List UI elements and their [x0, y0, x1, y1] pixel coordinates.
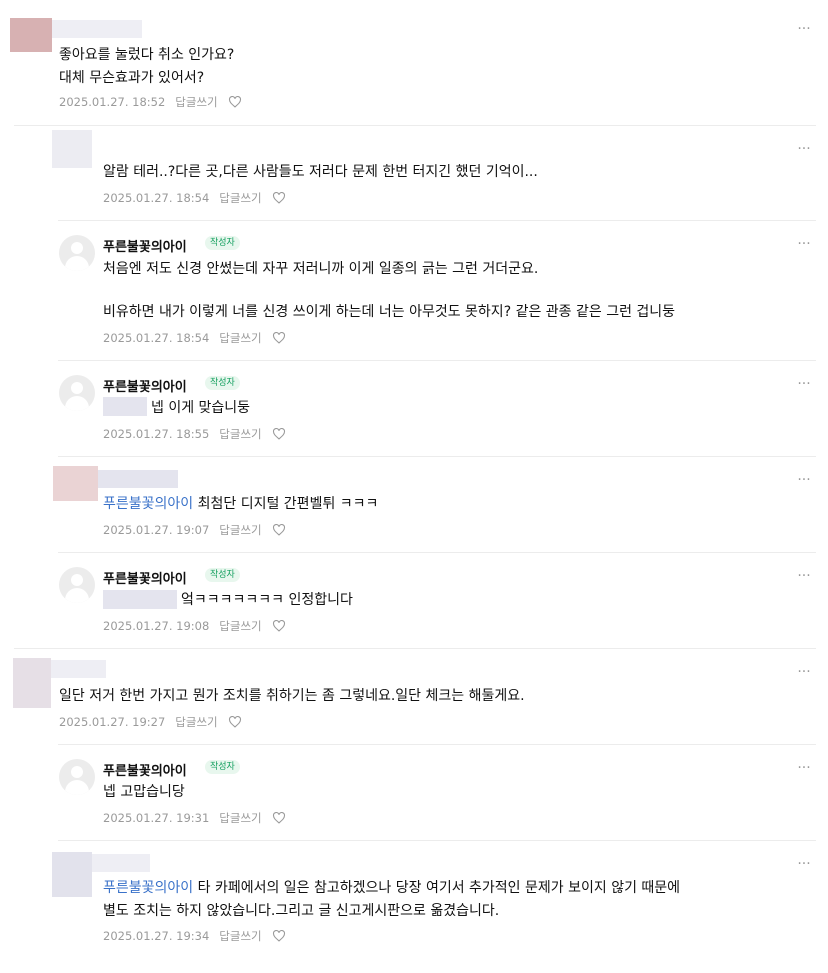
blurred-avatar — [53, 466, 98, 501]
comment-item: ··· 일단 저거 한번 가지고 뭔가 조치를 취하기는 좀 그렇네요.일단 체… — [0, 648, 828, 744]
mention-link[interactable]: 푸른불꽃의아이 — [103, 496, 193, 512]
more-options-icon[interactable]: ··· — [796, 142, 812, 156]
comment-meta: 2025.01.27. 18:52 답글쓰기 — [59, 94, 242, 110]
comment-text: 일단 저거 한번 가지고 뭔가 조치를 취하기는 좀 그렇네요.일단 체크는 해… — [59, 688, 525, 704]
heart-outline-icon[interactable] — [228, 716, 242, 728]
comment-text: 푸른불꽃의아이 타 카페에서의 일은 참고하겠으나 당장 여기서 추가적인 문제… — [103, 877, 680, 900]
comment-body: 타 카페에서의 일은 참고하겠으나 당장 여기서 추가적인 문제가 보이지 않기… — [197, 880, 681, 896]
more-options-icon[interactable]: ··· — [796, 377, 812, 391]
comment-text: 알람 테러..?다른 곳,다른 사람들도 저러다 문제 한번 터지긴 했던 기억… — [103, 164, 538, 180]
reply-item: 푸른불꽃의아이 작성자 ··· 넵 고맙습니당 2025.01.27. 19:3… — [0, 744, 828, 840]
default-avatar-icon[interactable] — [59, 567, 95, 603]
comment-text: 대체 무슨효과가 있어서? — [59, 70, 205, 86]
heart-outline-icon[interactable] — [272, 192, 286, 204]
comment-date: 2025.01.27. 18:52 — [59, 95, 166, 109]
blurred-mention — [103, 590, 177, 609]
reply-button[interactable]: 답글쓰기 — [219, 619, 261, 633]
comment-body: 최첨단 디지털 간편벨튀 ㅋㅋㅋ — [197, 496, 379, 512]
comment-date: 2025.01.27. 19:34 — [103, 929, 210, 943]
reply-item: ··· 푸른불꽃의아이 최첨단 디지털 간편벨튀 ㅋㅋㅋ 2025.01.27.… — [0, 456, 828, 552]
comment-text: 비유하면 내가 이렇게 너를 신경 쓰이게 하는데 너는 아무것도 못하지? 같… — [103, 304, 676, 320]
author-badge: 작성자 — [205, 760, 240, 774]
heart-outline-icon[interactable] — [272, 428, 286, 440]
default-avatar-icon[interactable] — [59, 235, 95, 271]
more-options-icon[interactable]: ··· — [796, 473, 812, 487]
blurred-avatar — [13, 658, 51, 708]
author-badge: 작성자 — [205, 376, 240, 390]
more-options-icon[interactable]: ··· — [796, 237, 812, 251]
comment-meta: 2025.01.27. 18:54 답글쓰기 — [103, 190, 286, 206]
more-options-icon[interactable]: ··· — [796, 857, 812, 871]
comment-text: 푸른불꽃의아이 최첨단 디지털 간편벨튀 ㅋㅋㅋ — [103, 493, 378, 516]
reply-button[interactable]: 답글쓰기 — [219, 427, 261, 441]
heart-outline-icon[interactable] — [272, 524, 286, 536]
reply-button[interactable]: 답글쓰기 — [219, 811, 261, 825]
reply-button[interactable]: 답글쓰기 — [219, 191, 261, 205]
comment-date: 2025.01.27. 18:54 — [103, 191, 210, 205]
comment-text: 좋아요를 눌렀다 취소 인가요? — [59, 47, 235, 63]
more-options-icon[interactable]: ··· — [796, 761, 812, 775]
comment-text: 엌ㅋㅋㅋㅋㅋㅋㅋ 인정합니다 — [181, 592, 353, 608]
more-options-icon[interactable]: ··· — [796, 665, 812, 679]
blurred-nickname — [51, 660, 106, 678]
comment-meta: 2025.01.27. 19:34 답글쓰기 — [103, 928, 286, 944]
blurred-mention — [103, 397, 147, 416]
blurred-nickname — [92, 854, 150, 872]
reply-item: 푸른불꽃의아이 작성자 ··· 처음엔 저도 신경 안썼는데 자꾸 저러니까 이… — [0, 220, 828, 360]
nickname[interactable]: 푸른불꽃의아이 — [103, 236, 187, 255]
blurred-nickname — [98, 470, 178, 488]
author-badge: 작성자 — [205, 568, 240, 582]
heart-outline-icon[interactable] — [272, 930, 286, 942]
comment-text: 넵 이게 맞습니둥 — [151, 400, 251, 416]
heart-outline-icon[interactable] — [272, 332, 286, 344]
more-options-icon[interactable]: ··· — [796, 569, 812, 583]
comment-date: 2025.01.27. 19:07 — [103, 523, 210, 537]
blurred-avatar — [52, 852, 92, 897]
comment-date: 2025.01.27. 19:27 — [59, 715, 166, 729]
reply-item: 푸른불꽃의아이 작성자 ··· 엌ㅋㅋㅋㅋㅋㅋㅋ 인정합니다 2025.01.2… — [0, 552, 828, 648]
nickname[interactable]: 푸른불꽃의아이 — [103, 760, 187, 779]
reply-button[interactable]: 답글쓰기 — [175, 715, 217, 729]
comment-text: 별도 조치는 하지 않았습니다.그리고 글 신고게시판으로 옮겼습니다. — [103, 903, 500, 919]
default-avatar-icon[interactable] — [59, 375, 95, 411]
more-options-icon[interactable]: ··· — [796, 22, 812, 36]
comment-date: 2025.01.27. 19:08 — [103, 619, 210, 633]
reply-button[interactable]: 답글쓰기 — [219, 929, 261, 943]
author-badge: 작성자 — [205, 236, 240, 250]
reply-button[interactable]: 답글쓰기 — [219, 331, 261, 345]
comment-meta: 2025.01.27. 18:55 답글쓰기 — [103, 426, 286, 442]
comment-item: ··· 좋아요를 눌렀다 취소 인가요? 대체 무슨효과가 있어서? 2025.… — [0, 0, 828, 125]
comment-text: 처음엔 저도 신경 안썼는데 자꾸 저러니까 이게 일종의 긁는 그런 거더군요… — [103, 261, 539, 277]
comment-meta: 2025.01.27. 19:31 답글쓰기 — [103, 810, 286, 826]
nickname[interactable]: 푸른불꽃의아이 — [103, 376, 187, 395]
comment-meta: 2025.01.27. 18:54 답글쓰기 — [103, 330, 286, 346]
comment-date: 2025.01.27. 18:54 — [103, 331, 210, 345]
blurred-avatar — [10, 18, 52, 52]
reply-item: ··· 푸른불꽃의아이 타 카페에서의 일은 참고하겠으나 당장 여기서 추가적… — [0, 840, 828, 973]
heart-outline-icon[interactable] — [228, 96, 242, 108]
nickname[interactable]: 푸른불꽃의아이 — [103, 568, 187, 587]
comment-text: 넵 고맙습니당 — [103, 784, 185, 800]
reply-item: ··· 알람 테러..?다른 곳,다른 사람들도 저러다 문제 한번 터지긴 했… — [0, 125, 828, 220]
reply-button[interactable]: 답글쓰기 — [219, 523, 261, 537]
comment-date: 2025.01.27. 18:55 — [103, 427, 210, 441]
blurred-avatar — [52, 130, 92, 168]
comment-date: 2025.01.27. 19:31 — [103, 811, 210, 825]
heart-outline-icon[interactable] — [272, 620, 286, 632]
comment-meta: 2025.01.27. 19:07 답글쓰기 — [103, 522, 286, 538]
comment-meta: 2025.01.27. 19:27 답글쓰기 — [59, 714, 242, 730]
comment-meta: 2025.01.27. 19:08 답글쓰기 — [103, 618, 286, 634]
heart-outline-icon[interactable] — [272, 812, 286, 824]
reply-button[interactable]: 답글쓰기 — [175, 95, 217, 109]
blurred-nickname — [52, 20, 142, 38]
reply-item: 푸른불꽃의아이 작성자 ··· 넵 이게 맞습니둥 2025.01.27. 18… — [0, 360, 828, 456]
mention-link[interactable]: 푸른불꽃의아이 — [103, 880, 193, 896]
default-avatar-icon[interactable] — [59, 759, 95, 795]
